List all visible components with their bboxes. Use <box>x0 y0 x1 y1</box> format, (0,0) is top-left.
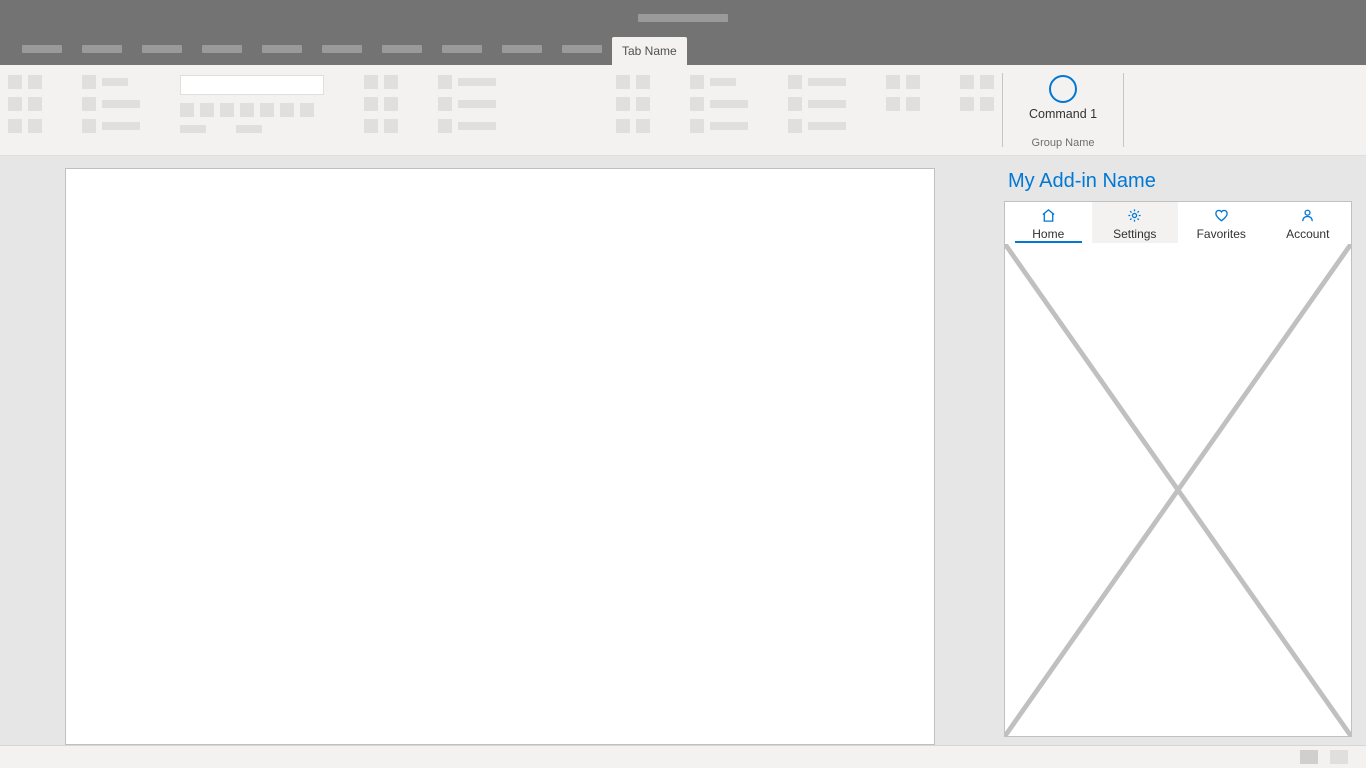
ribbon-placeholder-groups <box>0 65 1002 155</box>
ribbon-command-label: Command 1 <box>1029 107 1097 121</box>
ribbon-tab-placeholder[interactable] <box>202 45 242 53</box>
person-icon <box>1300 208 1315 226</box>
ribbon-custom-group: Command 1 Group Name <box>1003 65 1123 155</box>
status-bar <box>0 745 1366 768</box>
ribbon: Command 1 Group Name <box>0 65 1366 156</box>
ribbon-tab-placeholder[interactable] <box>502 45 542 53</box>
pivot-settings[interactable]: Settings <box>1092 202 1179 243</box>
pivot-favorites[interactable]: Favorites <box>1178 202 1265 243</box>
ribbon-tab-placeholder[interactable] <box>22 45 62 53</box>
gear-icon <box>1127 208 1142 226</box>
ribbon-tab-placeholder[interactable] <box>322 45 362 53</box>
ribbon-tab-placeholder[interactable] <box>142 45 182 53</box>
pivot-label: Settings <box>1113 227 1156 241</box>
titlebar-placeholder <box>638 14 728 22</box>
ribbon-input-placeholder[interactable] <box>180 75 324 95</box>
ribbon-tab-placeholder[interactable] <box>262 45 302 53</box>
ribbon-group-name: Group Name <box>1003 137 1123 149</box>
ribbon-tab-placeholder[interactable] <box>82 45 122 53</box>
home-icon <box>1041 208 1056 226</box>
heart-icon <box>1214 208 1229 226</box>
statusbar-view-button[interactable] <box>1330 750 1348 764</box>
ribbon-tab-active[interactable]: Tab Name <box>612 37 687 65</box>
titlebar <box>0 0 1366 36</box>
task-pane-nav: Home Settings Favorites <box>1005 202 1351 244</box>
pivot-label: Home <box>1032 227 1064 241</box>
statusbar-view-button[interactable] <box>1300 750 1318 764</box>
task-pane-title: My Add-in Name <box>1004 164 1352 201</box>
task-pane-body: Home Settings Favorites <box>1004 201 1352 737</box>
ribbon-tab-placeholder[interactable] <box>442 45 482 53</box>
pivot-account[interactable]: Account <box>1265 202 1352 243</box>
pivot-home[interactable]: Home <box>1005 202 1092 243</box>
ribbon-group-divider <box>1123 73 1124 147</box>
ribbon-tabstrip: Tab Name <box>0 36 1366 65</box>
pivot-label: Account <box>1286 227 1329 241</box>
pivot-label: Favorites <box>1197 227 1246 241</box>
document-page[interactable] <box>65 168 935 745</box>
document-area: My Add-in Name Home Settings <box>0 156 1366 745</box>
ribbon-tab-placeholder[interactable] <box>562 45 602 53</box>
task-pane-content-placeholder <box>1005 244 1351 736</box>
ribbon-command-1[interactable]: Command 1 <box>1025 73 1101 123</box>
command-circle-icon <box>1049 75 1077 103</box>
ribbon-tab-placeholder[interactable] <box>382 45 422 53</box>
task-pane: My Add-in Name Home Settings <box>1000 156 1366 745</box>
